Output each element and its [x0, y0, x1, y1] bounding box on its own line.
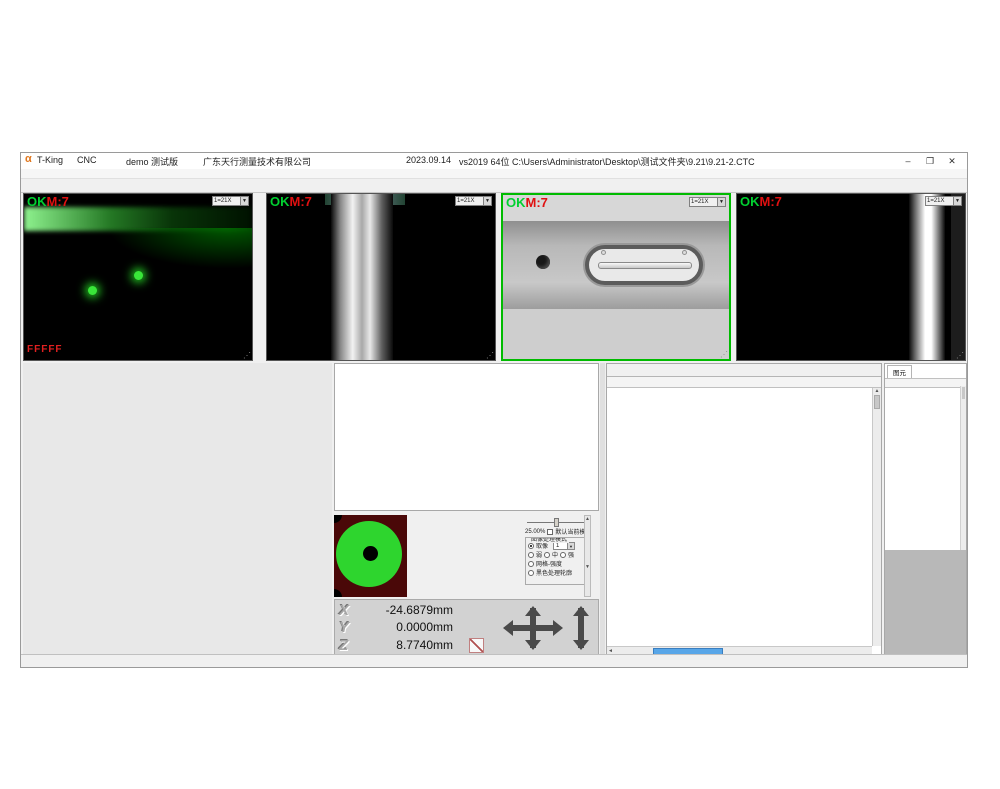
z-value: 8.7740mm [357, 638, 453, 652]
camera2-status: OKM:7 [270, 194, 312, 209]
title-bar: α T-King CNC demo 测试版 广东天行测量技术有限公司 2023.… [21, 153, 967, 169]
ring-light-center [363, 546, 378, 561]
company-label: 广东天行测量技术有限公司 [203, 155, 311, 168]
ring-corner [334, 589, 342, 597]
app-title: T-King [37, 155, 63, 165]
chevron-down-icon: ▼ [567, 543, 574, 549]
ring-light-preview[interactable] [334, 515, 407, 597]
panel-splitter[interactable] [600, 363, 605, 656]
camera3-zoom-select[interactable]: 1=21X▼ [689, 197, 726, 207]
results-body [607, 388, 872, 646]
camera-view-1[interactable]: OKM:7 1=21X▼ FFFFF ⋰ [23, 193, 253, 361]
default-mode-checkbox[interactable] [547, 529, 553, 535]
camera-view-3-selected[interactable]: OKM:7 1=21X▼ ⋰ [501, 193, 731, 361]
grid-label: 网格-强度 [536, 559, 562, 568]
image-mode-title: 图像处理模式 [529, 537, 569, 543]
xy-jog-arrows-icon[interactable] [505, 608, 561, 648]
camera3-pin-end [601, 250, 606, 255]
chevron-down-icon[interactable]: ▼ [953, 197, 961, 205]
light-control-panel: 25.00% 默认当前模式 图像处理模式 取像 1▼ 弱 中 强 网格-强度 黑… [334, 513, 599, 599]
measure-toolbox [334, 363, 599, 511]
coordinate-readout: X-24.6879mm Y0.0000mm Z8.7740mm [334, 599, 599, 656]
z-jog-arrows-icon[interactable] [573, 608, 589, 648]
camera2-zoom-select[interactable]: 1=21X▼ [455, 196, 492, 206]
master-percent: 25.00% [525, 529, 545, 535]
capture-radio[interactable] [528, 543, 534, 549]
chevron-down-icon[interactable]: ▼ [240, 197, 248, 205]
chevron-down-icon[interactable]: ▼ [483, 197, 491, 205]
camera1-overlay-text: FFFFF [27, 344, 63, 355]
mid-label: 中 [552, 550, 558, 559]
strong-label: 强 [568, 550, 574, 559]
maximize-button[interactable]: ❐ [921, 155, 939, 168]
camera3-status: OKM:7 [506, 195, 548, 210]
camera3-pin [598, 262, 692, 269]
app-logo: α [25, 153, 32, 165]
options-scrollbar[interactable]: ▲▼ [584, 515, 591, 597]
element-scrollbar[interactable] [960, 386, 966, 550]
results-vertical-scrollbar[interactable]: ▲ [872, 388, 881, 646]
camera4-status: OKM:7 [740, 194, 782, 209]
light-options: 25.00% 默认当前模式 图像处理模式 取像 1▼ 弱 中 强 网格-强度 黑… [525, 515, 591, 597]
chevron-down-icon[interactable]: ▼ [717, 198, 725, 206]
file-path-label: vs2019 64位 C:\Users\Administrator\Deskto… [459, 155, 755, 168]
camera4-zoom-select[interactable]: 1=21X▼ [925, 196, 962, 206]
strong-radio[interactable] [560, 552, 566, 558]
scroll-thumb[interactable] [874, 395, 880, 409]
grid-radio[interactable] [528, 561, 534, 567]
master-light-slider[interactable] [527, 517, 587, 527]
scroll-thumb[interactable] [962, 387, 965, 399]
app-window: α T-King CNC demo 测试版 广东天行测量技术有限公司 2023.… [20, 152, 968, 668]
resize-grip-icon[interactable]: ⋰ [956, 351, 964, 360]
camera3-pin-end [682, 250, 687, 255]
weak-label: 弱 [536, 550, 542, 559]
image-mode-group: 图像处理模式 取像 1▼ 弱 中 强 网格-强度 黑色处理轮廓 [525, 537, 591, 585]
camera3-slot [585, 245, 703, 285]
toolbar [21, 179, 967, 193]
camera-strip: OKM:7 1=21X▼ FFFFF ⋰ OKM:7 1=21X▼ ⋰ OKM:… [21, 193, 967, 361]
resize-grip-icon[interactable]: ⋰ [243, 351, 251, 360]
z-axis-label: Z [339, 637, 357, 654]
tab-element[interactable]: 图元 [887, 365, 912, 378]
measurement-lists [23, 363, 332, 656]
weak-radio[interactable] [528, 552, 534, 558]
date-label: 2023.09.14 [406, 155, 451, 165]
camera3-hole [536, 255, 550, 269]
contour-radio[interactable] [528, 570, 534, 576]
status-bar [21, 654, 967, 667]
camera1-status: OKM:7 [27, 194, 69, 209]
camera4-metal-bar [909, 194, 945, 360]
camera1-glow2 [92, 228, 252, 274]
camera-view-4[interactable]: OKM:7 1=21X▼ ⋰ [736, 193, 966, 361]
element-header-row [885, 378, 966, 388]
resize-grip-icon[interactable]: ⋰ [486, 351, 494, 360]
demo-label: demo 测试版 [126, 155, 178, 168]
y-axis-label: Y [339, 619, 357, 636]
x-axis-label: X [339, 602, 357, 619]
resize-grip-icon[interactable]: ⋰ [720, 350, 728, 359]
app-subtitle: CNC [77, 155, 97, 165]
results-table-panel: ▲ ◄ [606, 363, 882, 656]
camera3-part-bottom [503, 309, 729, 359]
element-empty-area [885, 550, 966, 655]
camera-view-2[interactable]: OKM:7 1=21X▼ ⋰ [266, 193, 496, 361]
minimize-button[interactable]: – [899, 155, 917, 168]
diagonal-move-button[interactable] [469, 638, 484, 653]
camera2-metal-bar [331, 194, 393, 360]
y-value: 0.0000mm [357, 620, 453, 634]
close-button[interactable]: ✕ [943, 155, 961, 168]
contour-label: 黑色处理轮廓 [536, 568, 572, 577]
menu-bar [21, 169, 967, 179]
camera1-zoom-select[interactable]: 1=21X▼ [212, 196, 249, 206]
mid-radio[interactable] [544, 552, 550, 558]
camera4-edge [951, 194, 965, 360]
x-value: -24.6879mm [357, 603, 453, 617]
camera1-dot [134, 271, 143, 280]
results-tabs [607, 364, 881, 377]
camera1-dot [88, 286, 97, 295]
element-detail-panel: 图元 [884, 363, 967, 656]
ring-corner [334, 515, 342, 523]
results-header-row [607, 377, 881, 388]
